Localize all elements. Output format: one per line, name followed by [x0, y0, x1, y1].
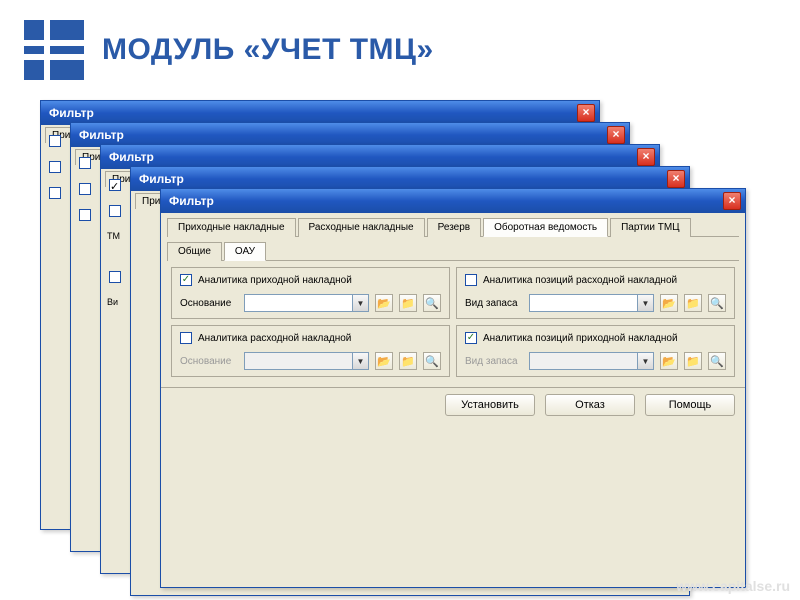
tabs-sub: Общие ОАУ — [161, 237, 745, 260]
chevron-down-icon[interactable]: ▼ — [637, 295, 653, 311]
stocktype-label-disabled: Вид запаса — [465, 356, 523, 367]
filter-window-front: Фильтр × Приходные накладные Расходные н… — [160, 188, 746, 588]
checkbox-hint[interactable] — [79, 157, 91, 169]
close-icon[interactable]: × — [607, 126, 625, 144]
tab-turnover[interactable]: Оборотная ведомость — [483, 218, 608, 237]
outcome-analytics-label: Аналитика расходной накладной — [198, 333, 351, 344]
search-icon[interactable]: 🔍 — [708, 294, 726, 312]
stocktype-select-disabled: ▼ — [529, 352, 654, 370]
income-analytics-label: Аналитика приходной накладной — [198, 275, 352, 286]
page-header: МОДУЛЬ «УЧЕТ ТМЦ» — [0, 0, 800, 90]
folder-icon[interactable]: 📁 — [684, 294, 702, 312]
window-title: Фильтр — [169, 194, 214, 208]
basis-select-disabled: ▼ — [244, 352, 369, 370]
checkbox-hint[interactable] — [49, 161, 61, 173]
basis-select[interactable]: ▼ — [244, 294, 369, 312]
checkbox-hint[interactable] — [49, 135, 61, 147]
sidebar-hint — [75, 151, 97, 547]
close-icon[interactable]: × — [723, 192, 741, 210]
tab-income[interactable]: Приходные накладные — [167, 218, 296, 237]
inpos-analytics-checkbox[interactable]: ✓ — [465, 332, 477, 344]
stocktype-select[interactable]: ▼ — [529, 294, 654, 312]
folder-icon: 📁 — [399, 352, 417, 370]
close-icon[interactable]: × — [667, 170, 685, 188]
apply-button[interactable]: Установить — [445, 394, 535, 416]
field-hint: ТМ — [107, 231, 127, 241]
group-income-analytics: ✓ Аналитика приходной накладной Основани… — [171, 267, 450, 319]
chevron-down-icon: ▼ — [352, 353, 368, 369]
folder-icon: 📁 — [684, 352, 702, 370]
field-hint: Ви — [107, 297, 127, 307]
checkbox-hint[interactable] — [79, 183, 91, 195]
window-title: Фильтр — [139, 172, 184, 186]
cancel-button[interactable]: Отказ — [545, 394, 635, 416]
window-title: Фильтр — [109, 150, 154, 164]
button-bar: Установить Отказ Помощь — [161, 387, 745, 422]
search-icon[interactable]: 🔍 — [423, 294, 441, 312]
tab-outcome[interactable]: Расходные накладные — [298, 218, 425, 237]
basis-label-disabled: Основание — [180, 356, 238, 367]
tab-lots[interactable]: Партии ТМЦ — [610, 218, 690, 237]
outpos-analytics-label: Аналитика позиций расходной накладной — [483, 275, 677, 286]
window-title: Фильтр — [49, 106, 94, 120]
stocktype-label: Вид запаса — [465, 298, 523, 309]
folder-open-icon: 📂 — [660, 352, 678, 370]
folder-open-icon[interactable]: 📂 — [375, 294, 393, 312]
checkbox-hint[interactable]: ✓ — [109, 179, 121, 191]
income-analytics-checkbox[interactable]: ✓ — [180, 274, 192, 286]
outpos-analytics-checkbox[interactable] — [465, 274, 477, 286]
titlebar[interactable]: Фильтр × — [161, 189, 745, 213]
folder-open-icon: 📂 — [375, 352, 393, 370]
subtab-general[interactable]: Общие — [167, 242, 222, 261]
folder-icon[interactable]: 📁 — [399, 294, 417, 312]
checkbox-hint[interactable] — [79, 209, 91, 221]
basis-label: Основание — [180, 298, 238, 309]
group-inpos-analytics: ✓ Аналитика позиций приходной накладной … — [456, 325, 735, 377]
logo-icon — [24, 20, 84, 80]
sidebar-hint — [45, 129, 67, 525]
panel: ✓ Аналитика приходной накладной Основани… — [167, 263, 739, 381]
outcome-analytics-checkbox[interactable] — [180, 332, 192, 344]
subtab-oau[interactable]: ОАУ — [224, 242, 266, 261]
close-icon[interactable]: × — [637, 148, 655, 166]
window-stack: Фильтр × При Фильтр × При Фильтр × При ✓ — [40, 100, 760, 580]
checkbox-hint[interactable] — [109, 271, 121, 283]
close-icon[interactable]: × — [577, 104, 595, 122]
chevron-down-icon: ▼ — [637, 353, 653, 369]
window-title: Фильтр — [79, 128, 124, 142]
folder-open-icon[interactable]: 📂 — [660, 294, 678, 312]
watermark: www.capitalse.ru — [676, 578, 790, 594]
search-icon: 🔍 — [423, 352, 441, 370]
inpos-analytics-label: Аналитика позиций приходной накладной — [483, 333, 678, 344]
group-outpos-analytics: Аналитика позиций расходной накладной Ви… — [456, 267, 735, 319]
tab-reserve[interactable]: Резерв — [427, 218, 481, 237]
search-icon: 🔍 — [708, 352, 726, 370]
checkbox-hint[interactable] — [109, 205, 121, 217]
group-outcome-analytics: Аналитика расходной накладной Основание … — [171, 325, 450, 377]
chevron-down-icon[interactable]: ▼ — [352, 295, 368, 311]
sidebar-hint: ✓ ТМ Ви — [105, 173, 127, 569]
help-button[interactable]: Помощь — [645, 394, 735, 416]
page-title: МОДУЛЬ «УЧЕТ ТМЦ» — [102, 33, 434, 67]
checkbox-hint[interactable] — [49, 187, 61, 199]
tabs-top: Приходные накладные Расходные накладные … — [161, 213, 745, 236]
